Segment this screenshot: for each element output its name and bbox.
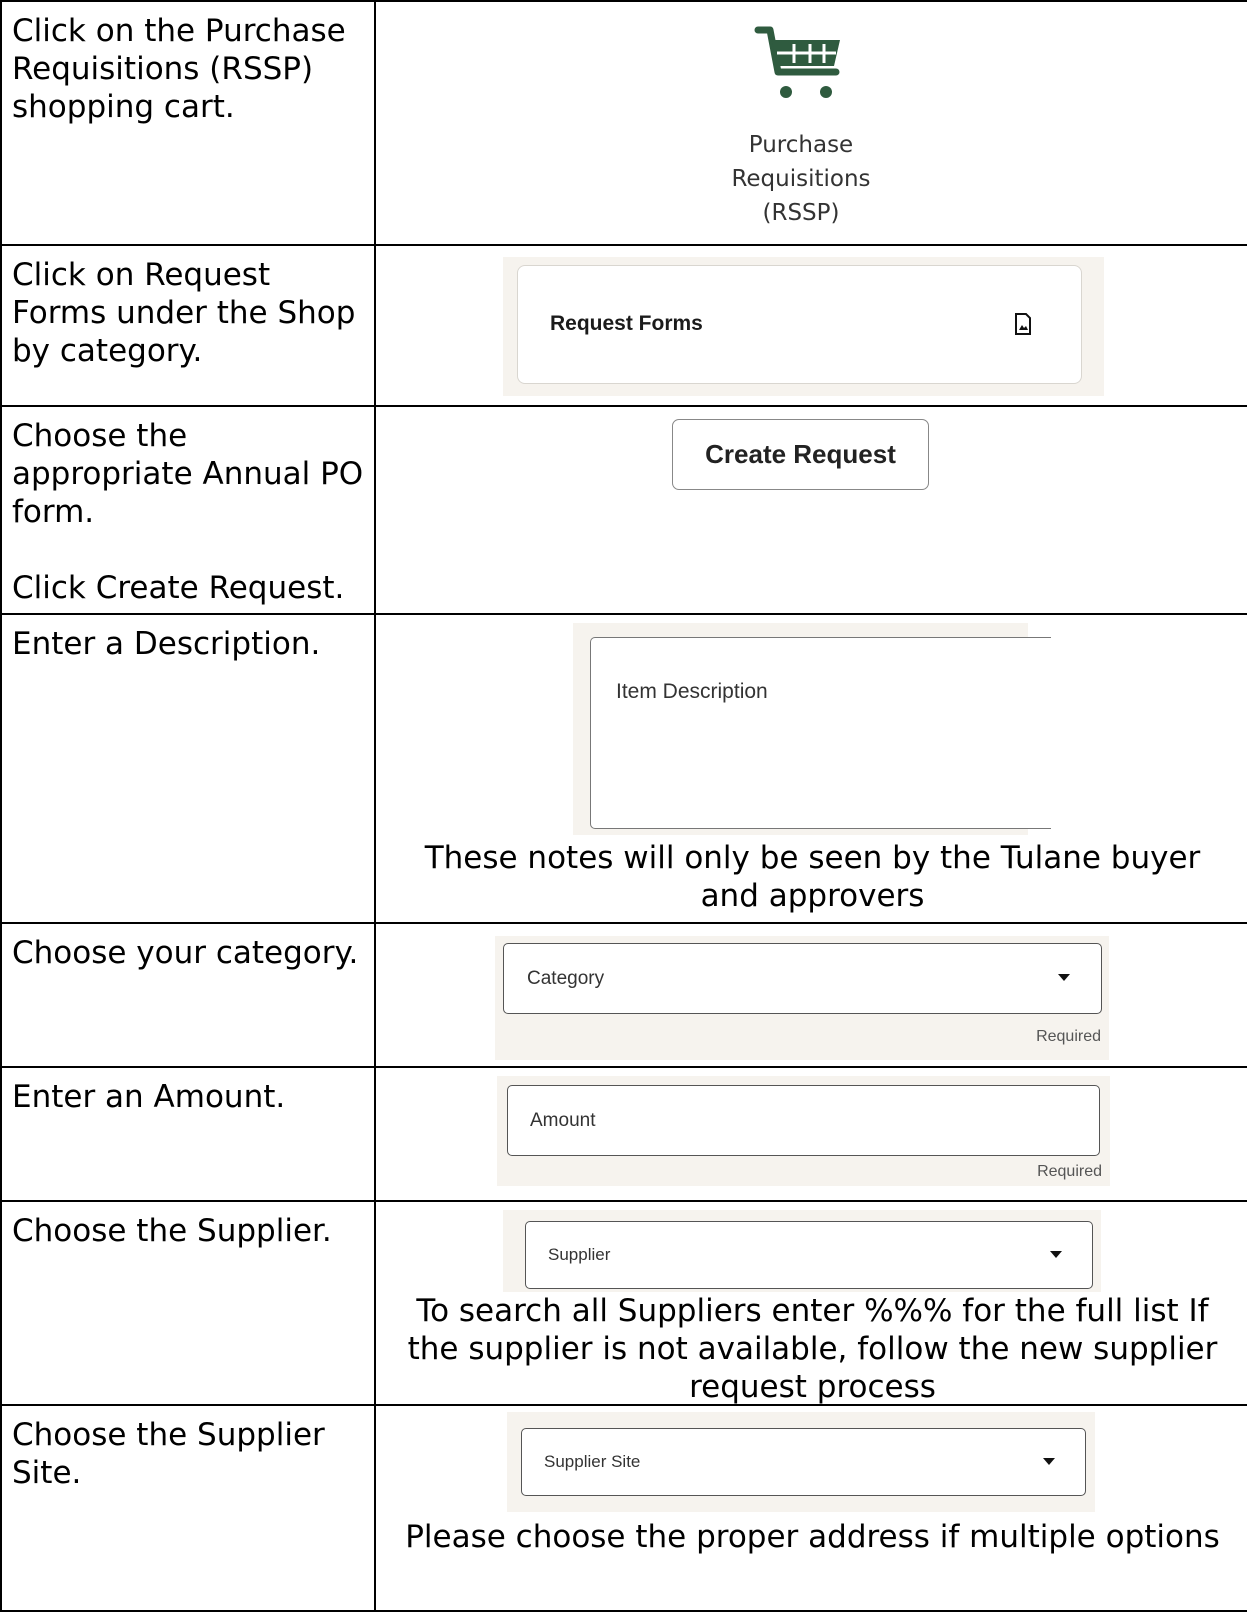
step-row-create-request: Choose the appropriate Annual PO form. C… — [0, 405, 1247, 615]
step-instruction: Choose the Supplier Site. — [0, 1404, 376, 1612]
step-visual: Amount Required — [374, 1066, 1247, 1202]
step-visual: Supplier To search all Suppliers enter %… — [374, 1200, 1247, 1406]
step-visual: Category Required — [374, 922, 1247, 1068]
supplier-site-note: Please choose the proper address if mult… — [405, 1519, 1220, 1555]
step-row-cart: Click on the Purchase Requisitions (RSSP… — [0, 0, 1247, 246]
supplier-site-select[interactable]: Supplier Site — [521, 1428, 1086, 1496]
screenshot-panel: Supplier — [503, 1210, 1101, 1292]
step-row-description: Enter a Description. Item Description Th… — [0, 613, 1247, 924]
instruction-text: Choose the Supplier. — [12, 1213, 332, 1249]
step-visual: Create Request — [374, 405, 1247, 615]
step-instruction: Choose your category. — [0, 922, 376, 1068]
step-instruction: Click on Request Forms under the Shop by… — [0, 244, 376, 407]
instructions-table: Click on the Purchase Requisitions (RSSP… — [0, 0, 1247, 1612]
document-image-icon — [1015, 313, 1031, 335]
field-label: Supplier — [548, 1245, 611, 1264]
screenshot-panel: Amount Required — [497, 1076, 1110, 1186]
card-title: Request Forms — [550, 312, 703, 335]
shopping-cart-icon — [754, 26, 840, 98]
screenshot-panel: Item Description — [573, 623, 1051, 835]
tile-label-line: Purchase — [748, 132, 854, 158]
step-row-supplier: Choose the Supplier. Supplier To search … — [0, 1200, 1247, 1406]
amount-input[interactable]: Amount — [507, 1085, 1100, 1156]
purchase-requisitions-tile[interactable]: Purchase Requisitions (RSSP) — [706, 16, 896, 236]
field-label: Supplier Site — [544, 1452, 641, 1471]
step-visual: Purchase Requisitions (RSSP) — [374, 0, 1247, 246]
field-label: Amount — [530, 1110, 596, 1131]
caret-down-icon — [1050, 1251, 1062, 1258]
step-instruction: Click on the Purchase Requisitions (RSSP… — [0, 0, 376, 246]
supplier-select[interactable]: Supplier — [525, 1221, 1093, 1289]
step-instruction: Enter an Amount. — [0, 1066, 376, 1202]
step-row-amount: Enter an Amount. Amount Required — [0, 1066, 1247, 1202]
instruction-text: Enter a Description. — [12, 626, 321, 662]
screenshot-panel: Supplier Site — [507, 1412, 1095, 1512]
caret-down-icon — [1043, 1458, 1055, 1465]
instruction-text: Click on Request Forms under the Shop by… — [12, 257, 356, 369]
step-instruction: Choose the appropriate Annual PO form. C… — [0, 405, 376, 615]
required-hint: Required — [1036, 1028, 1101, 1045]
step-row-supplier-site: Choose the Supplier Site. Supplier Site … — [0, 1404, 1247, 1612]
category-select[interactable]: Category — [503, 943, 1102, 1014]
description-note: These notes will only be seen by the Tul… — [424, 840, 1201, 914]
field-label: Category — [527, 968, 605, 989]
screenshot-panel: Category Required — [495, 936, 1109, 1060]
step-instruction: Enter a Description. — [0, 613, 376, 924]
step-visual: Item Description These notes will only b… — [374, 613, 1247, 924]
required-hint: Required — [1037, 1163, 1102, 1180]
tile-label-line: (RSSP) — [762, 200, 840, 226]
instruction-text: Choose the appropriate Annual PO form. — [12, 418, 364, 530]
item-description-textarea[interactable]: Item Description — [590, 637, 1051, 829]
step-visual: Request Forms — [374, 244, 1247, 407]
caret-down-icon — [1058, 974, 1070, 981]
request-forms-card[interactable]: Request Forms — [517, 265, 1082, 384]
instruction-text: Click Create Request. — [12, 570, 345, 606]
field-label: Item Description — [616, 680, 768, 703]
instruction-text: Choose your category. — [12, 935, 359, 971]
supplier-note: To search all Suppliers enter %%% for th… — [407, 1293, 1218, 1405]
step-row-request-forms: Click on Request Forms under the Shop by… — [0, 244, 1247, 407]
tile-label-line: Requisitions — [731, 166, 871, 192]
instruction-text: Enter an Amount. — [12, 1079, 286, 1115]
instruction-text: Choose the Supplier Site. — [12, 1417, 325, 1491]
create-request-button[interactable]: Create Request — [672, 419, 929, 490]
screenshot-panel: Request Forms — [503, 257, 1104, 396]
step-visual: Supplier Site Please choose the proper a… — [374, 1404, 1247, 1612]
step-instruction: Choose the Supplier. — [0, 1200, 376, 1406]
instruction-text: Click on the Purchase Requisitions (RSSP… — [12, 13, 346, 125]
step-row-category: Choose your category. Category Required — [0, 922, 1247, 1068]
